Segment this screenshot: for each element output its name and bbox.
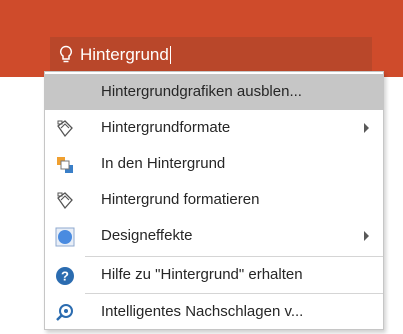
- menu-item-hide-background-graphics[interactable]: Hintergrundgrafiken ausblen...: [45, 74, 383, 110]
- paint-bucket-icon: [55, 119, 75, 139]
- menu-item-label: Hintergrundgrafiken ausblen...: [101, 83, 302, 100]
- menu-item-background-styles[interactable]: Hintergrundformate: [45, 110, 383, 146]
- lightbulb-icon: [59, 45, 73, 62]
- menu-item-label: In den Hintergrund: [101, 155, 226, 172]
- menu-item-send-to-back[interactable]: In den Hintergrund: [45, 146, 383, 182]
- submenu-arrow-icon: [364, 123, 369, 133]
- help-icon: ?: [55, 266, 75, 286]
- menu-item-label: Designeffekte: [101, 227, 193, 244]
- menu-item-label: Intelligentes Nachschlagen v...: [101, 303, 304, 320]
- tell-me-search-box[interactable]: Hintergrund: [50, 37, 372, 72]
- menu-item-label: Hintergrund formatieren: [101, 191, 260, 208]
- menu-item-format-background[interactable]: Hintergrund formatieren: [45, 182, 383, 218]
- menu-item-label: Hintergrundformate: [101, 119, 231, 136]
- submenu-arrow-icon: [364, 231, 369, 241]
- menu-item-label: Hilfe zu "Hintergrund" erhalten: [101, 266, 303, 283]
- svg-text:?: ?: [61, 269, 69, 284]
- menu-item-smart-lookup[interactable]: Intelligentes Nachschlagen v...: [45, 294, 383, 330]
- menu-item-design-effects[interactable]: Designeffekte: [45, 218, 383, 254]
- search-results-menu: Hintergrundgrafiken ausblen... Hintergru…: [44, 71, 384, 330]
- smart-lookup-icon: [55, 303, 75, 323]
- send-to-back-icon: [55, 155, 75, 175]
- paint-bucket-icon: [55, 191, 75, 211]
- design-effects-icon: [55, 227, 75, 247]
- search-input[interactable]: Hintergrund: [80, 45, 169, 65]
- text-caret: [169, 45, 171, 64]
- menu-item-get-help[interactable]: ? Hilfe zu "Hintergrund" erhalten: [45, 257, 383, 293]
